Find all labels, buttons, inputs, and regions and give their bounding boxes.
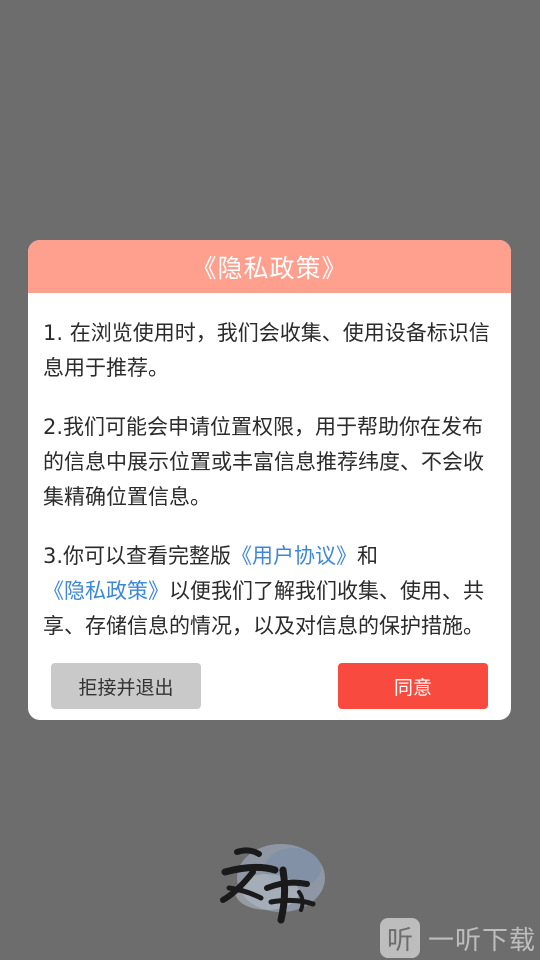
privacy-policy-link[interactable]: 《隐私政策》	[43, 579, 169, 603]
watermark: 听 一听下载	[380, 917, 536, 959]
paragraph-3-middle: 和	[357, 544, 379, 568]
dialog-title: 《隐私政策》	[28, 240, 511, 293]
paragraph-2: 2.我们可能会申请位置权限，用于帮助你在发布的信息中展示位置或丰富信息推荐纬度、…	[43, 415, 484, 509]
dialog-buttons: 拒接并退出 同意	[28, 663, 511, 709]
app-logo	[215, 830, 330, 940]
watermark-text: 一听下载	[428, 925, 537, 956]
app-logo-image	[220, 844, 325, 924]
paragraph-3: 3.你可以查看完整版《用户协议》和《隐私政策》以便我们了解我们收集、使用、共享、…	[43, 539, 499, 636]
agree-button[interactable]: 同意	[338, 663, 488, 709]
watermark-icon: 听	[380, 918, 420, 958]
privacy-dialog: 《隐私政策》 1. 在浏览使用时，我们会收集、使用设备标识信息用于推荐。 2.我…	[28, 240, 511, 720]
user-agreement-link[interactable]: 《用户协议》	[231, 544, 357, 568]
paragraph-3-prefix: 3.你可以查看完整版	[43, 544, 232, 568]
dialog-content[interactable]: 1. 在浏览使用时，我们会收集、使用设备标识信息用于推荐。 2.我们可能会申请位…	[43, 316, 499, 636]
reject-and-exit-button[interactable]: 拒接并退出	[51, 663, 201, 709]
paragraph-1: 1. 在浏览使用时，我们会收集、使用设备标识信息用于推荐。	[43, 321, 490, 380]
